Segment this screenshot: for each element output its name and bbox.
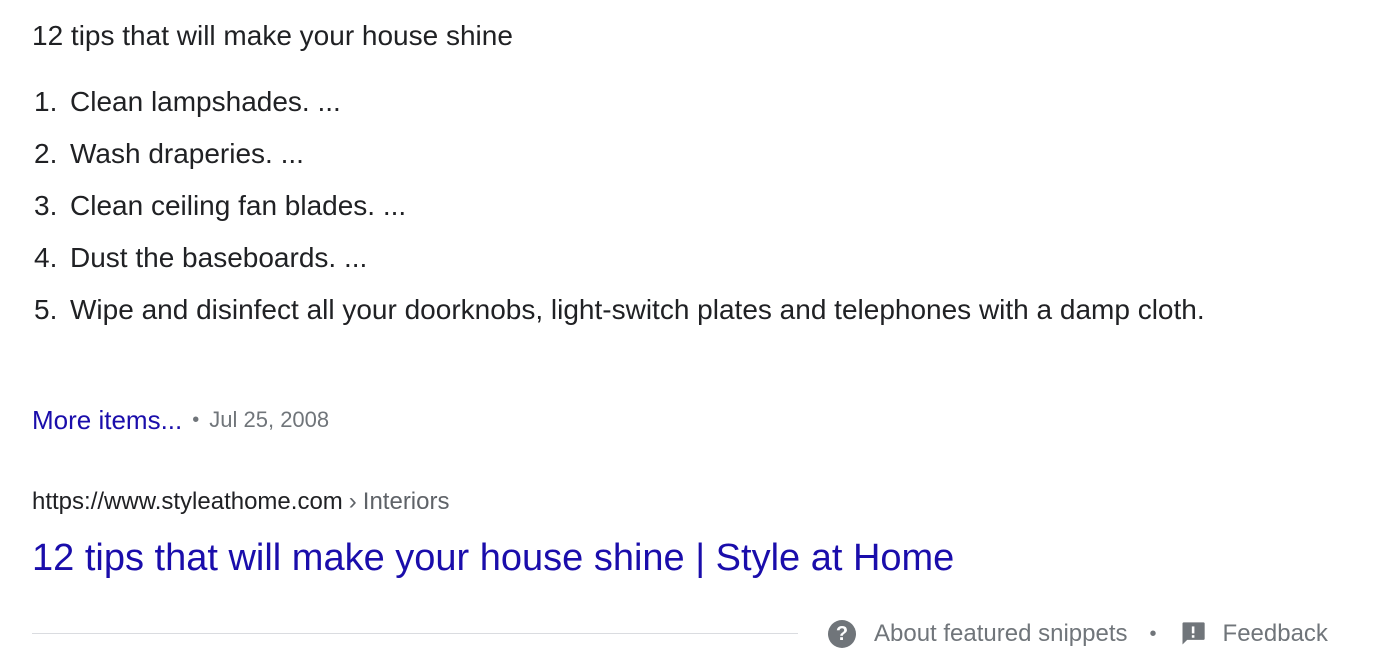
list-item-text: Wash draperies. ... bbox=[70, 138, 304, 169]
snippet-date: Jul 25, 2008 bbox=[209, 407, 330, 432]
bullet-separator: • bbox=[192, 408, 200, 431]
feedback-link[interactable]: Feedback bbox=[1179, 620, 1328, 648]
breadcrumb-separator: › bbox=[348, 488, 357, 515]
list-item: 4. Dust the baseboards. ... bbox=[0, 236, 1300, 280]
list-item-text: Clean ceiling fan blades. ... bbox=[70, 190, 407, 221]
help-circle-icon: ? bbox=[828, 620, 856, 648]
result-cite: https://www.styleathome.com › Interiors bbox=[32, 484, 449, 520]
result-url: https://www.styleathome.com bbox=[32, 488, 343, 515]
list-item-text: Wipe and disinfect all your doorknobs, l… bbox=[70, 294, 1205, 325]
snippet-footer: ? About featured snippets • Feedback bbox=[828, 616, 1328, 652]
about-featured-snippets-link[interactable]: ? About featured snippets bbox=[828, 620, 1128, 648]
more-items-row: More items... • Jul 25, 2008 bbox=[32, 402, 329, 438]
snippet-heading: 12 tips that will make your house shine bbox=[32, 20, 513, 51]
list-item: 3. Clean ceiling fan blades. ... bbox=[0, 184, 1300, 228]
feedback-label: Feedback bbox=[1222, 620, 1328, 647]
list-item-number: 2. bbox=[34, 138, 58, 169]
more-items-link[interactable]: More items... bbox=[32, 405, 182, 436]
breadcrumb: Interiors bbox=[362, 488, 450, 515]
footer-separator: • bbox=[1149, 622, 1157, 645]
list-item-number: 4. bbox=[34, 242, 58, 273]
about-featured-snippets-label: About featured snippets bbox=[874, 620, 1128, 647]
list-item: 1. Clean lampshades. ... bbox=[0, 80, 1300, 124]
list-item-number: 1. bbox=[34, 86, 58, 117]
result-title-link[interactable]: 12 tips that will make your house shine … bbox=[32, 532, 954, 584]
list-item-number: 3. bbox=[34, 190, 58, 221]
feedback-icon bbox=[1182, 622, 1205, 645]
list-item: 5. Wipe and disinfect all your doorknobs… bbox=[0, 288, 1300, 332]
tips-list: 1. Clean lampshades. ... 2. Wash draperi… bbox=[0, 80, 1300, 340]
list-item-text: Dust the baseboards. ... bbox=[70, 242, 368, 273]
list-item: 2. Wash draperies. ... bbox=[0, 132, 1300, 176]
list-item-text: Clean lampshades. ... bbox=[70, 86, 341, 117]
divider bbox=[32, 633, 798, 634]
list-item-number: 5. bbox=[34, 294, 58, 325]
